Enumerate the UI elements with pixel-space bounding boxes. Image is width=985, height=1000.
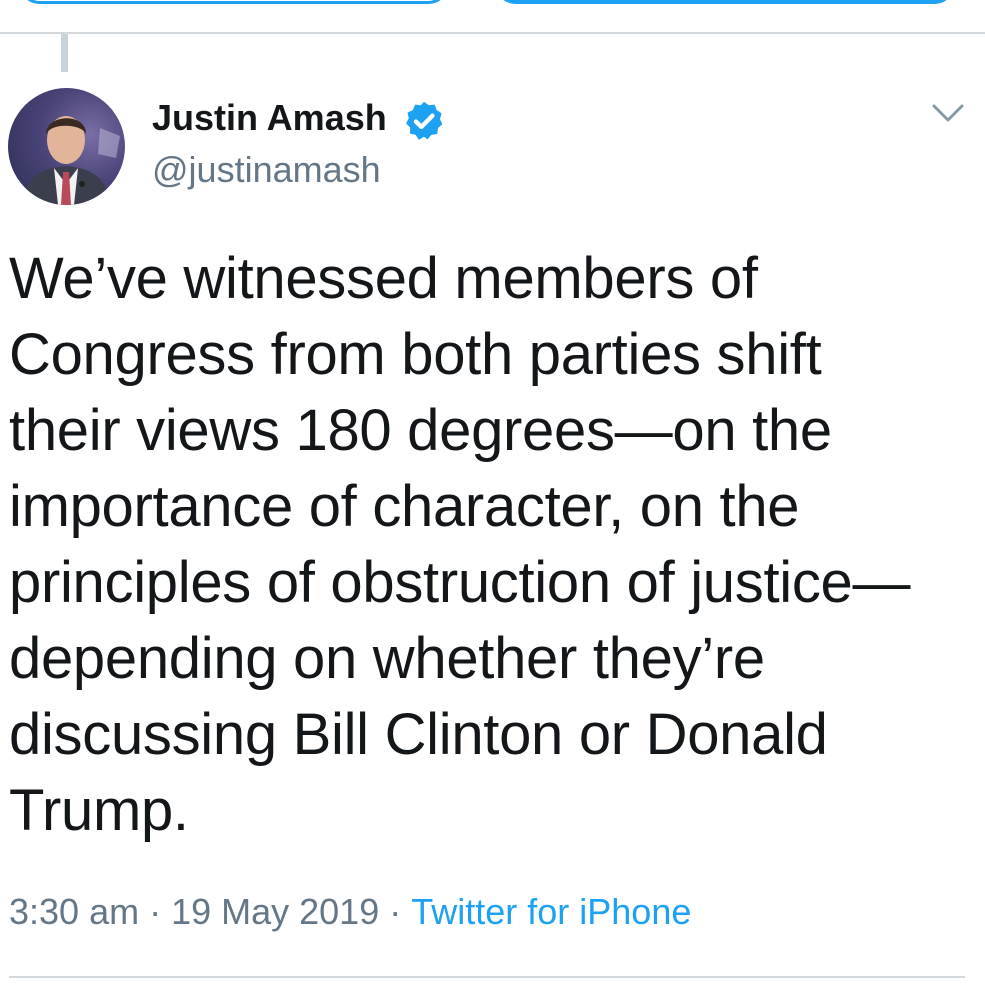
bottom-divider: [9, 976, 965, 978]
tweet-metadata: 3:30 am · 19 May 2019 · Twitter for iPhone: [9, 888, 691, 936]
top-filled-button[interactable]: [494, 0, 956, 4]
top-divider: [0, 32, 985, 34]
chevron-down-icon[interactable]: [928, 98, 968, 128]
meta-separator: ·: [149, 891, 162, 932]
tweet-source-link[interactable]: Twitter for iPhone: [411, 891, 691, 932]
avatar[interactable]: [8, 88, 125, 205]
tweet-detail-screen: Justin Amash @justinamash We’ve witnesse…: [0, 0, 985, 1000]
meta-separator: ·: [389, 891, 402, 932]
display-name[interactable]: Justin Amash: [152, 96, 387, 140]
tweet-date: 19 May 2019: [171, 891, 380, 932]
top-outline-button[interactable]: [18, 0, 450, 4]
tweet-time: 3:30 am: [9, 891, 140, 932]
thread-connector-line: [61, 34, 68, 72]
avatar-image: [22, 116, 120, 205]
user-handle[interactable]: @justinamash: [152, 148, 381, 192]
verified-badge-icon: [406, 101, 443, 140]
tweet-text: We’ve witnessed members of Congress from…: [9, 246, 911, 843]
